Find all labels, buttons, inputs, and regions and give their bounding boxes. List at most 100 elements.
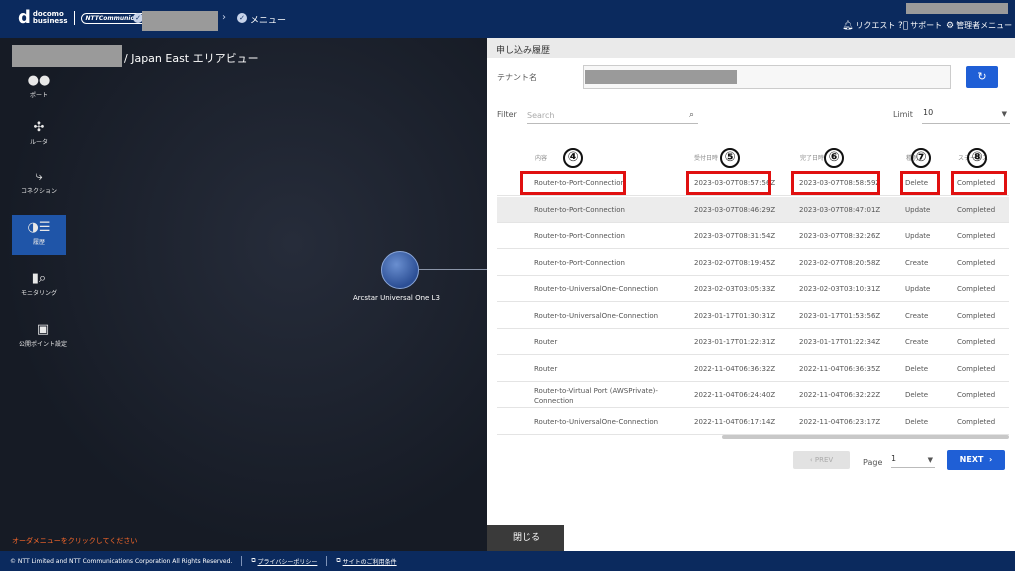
annotation-number-4: ④ (563, 148, 583, 168)
search-icon[interactable]: ⌕ (689, 110, 694, 120)
sidebar-item-public-point[interactable]: ▣ 公開ポイント設定 (12, 317, 74, 357)
redacted-area-name (12, 45, 122, 67)
annotation-number-5: ⑤ (720, 148, 740, 168)
sidebar-item-history[interactable]: ◑☰ 履歴 (12, 215, 66, 255)
sidebar-item-router[interactable]: ✣ ルータ (12, 115, 66, 155)
limit-select[interactable]: 10 ▼ (922, 108, 1010, 124)
cell-status: Completed (957, 232, 996, 240)
admin-menu-link[interactable]: ⚙ 管理者メニュー (946, 20, 1012, 31)
column-header-accepted[interactable]: 受付日時 (694, 153, 718, 162)
connection-icon: ⤷ (35, 169, 43, 184)
node-link-line (419, 269, 487, 270)
caret-down-icon: ▼ (1001, 110, 1007, 118)
request-link[interactable]: 🔔︎ リクエスト (842, 20, 895, 31)
annotation-box-completed (791, 171, 880, 195)
area-view-title: / Japan East エリアビュー (124, 52, 259, 65)
request-label: リクエスト (855, 21, 896, 30)
refresh-button[interactable]: ↻ (966, 66, 998, 88)
cell-content: Router-to-UniversalOne-Connection (534, 285, 659, 293)
table-row[interactable]: Router 2023-01-17T01:22:31Z 2023-01-17T01:… (497, 329, 1009, 355)
cell-completed: 2022-11-04T06:36:35Z (799, 364, 881, 373)
cell-completed: 2023-02-03T03:10:31Z (799, 285, 881, 293)
arcstar-node[interactable] (381, 251, 419, 289)
footer-divider (241, 556, 243, 566)
chevron-left-icon: ‹ (809, 456, 813, 464)
table-row[interactable]: Router-to-Port-Connection 2023-02-07T08:1… (497, 250, 1009, 276)
cell-status: Completed (957, 338, 996, 346)
history-icon: ◑☰ (27, 220, 51, 235)
support-label: サポート (910, 21, 943, 30)
annotation-number-7: ⑦ (911, 148, 931, 168)
sidebar-item-label: コネクション (20, 188, 57, 195)
cell-content: Router-to-Virtual Port (AWSPrivate)-Conn… (534, 387, 658, 405)
cell-type: Delete (905, 417, 928, 426)
sidebar-item-port[interactable]: ●● ポート (12, 68, 66, 108)
horizontal-scrollbar[interactable] (722, 435, 1009, 439)
table-row[interactable]: Router-to-Port-Connection 2023-03-07T08:3… (497, 223, 1009, 249)
search-input[interactable] (527, 107, 698, 124)
support-link[interactable]: ?⃝ サポート (898, 20, 942, 31)
order-history-panel: 申し込み履歴 テナント名 ↻ Filter ⌕ Limit 10 ▼ 内容 受付… (487, 38, 1015, 551)
table-row[interactable]: Router-to-Virtual Port (AWSPrivate)-Conn… (497, 382, 1009, 408)
chevron-right-icon: › (986, 455, 993, 464)
cell-content: Router-to-Port-Connection (534, 232, 625, 240)
cell-status: Completed (957, 285, 996, 293)
close-button[interactable]: 閉じる (487, 525, 564, 551)
menu-link[interactable]: メニュー (250, 13, 286, 26)
footer: © NTT Limited and NTT Communications Cor… (0, 551, 1015, 571)
table-row[interactable]: Router-to-UniversalOne-Connection 2023-02… (497, 276, 1009, 302)
port-icon: ●● (27, 73, 51, 88)
page-label: Page (863, 458, 883, 467)
router-icon: ✣ (33, 120, 45, 135)
cell-status: Completed (957, 391, 996, 399)
cell-accepted: 2023-02-07T08:19:45Z (694, 258, 776, 267)
cell-type: Create (905, 258, 929, 267)
cell-type: Delete (905, 364, 928, 373)
filter-label: Filter (497, 110, 517, 119)
help-icon: ?⃝ (898, 20, 909, 31)
table-row[interactable]: Router-to-UniversalOne-Connection 2023-01… (497, 303, 1009, 329)
cell-accepted: 2023-01-17T01:30:31Z (694, 311, 776, 320)
column-header-completed[interactable]: 完了日時 (800, 153, 824, 162)
sidebar-item-label: 公開ポイント設定 (18, 341, 67, 348)
prev-button[interactable]: ‹ PREV (793, 451, 850, 469)
page-select[interactable]: 1 ▼ (891, 454, 935, 468)
order-menu-hint: オーダメニューをクリックしてください (12, 537, 138, 545)
privacy-policy-link[interactable]: プライバシーポリシー (258, 557, 318, 566)
cell-accepted: 2022-11-04T06:24:40Z (694, 391, 776, 399)
sidebar-item-label: ルータ (29, 139, 48, 146)
cell-content: Router-to-Port-Connection (534, 205, 625, 214)
cell-accepted: 2023-03-07T08:46:29Z (694, 205, 776, 214)
logo-mark: d (18, 7, 31, 28)
limit-label: Limit (893, 110, 913, 119)
terms-of-use-link[interactable]: サイトのご利用条件 (343, 557, 397, 566)
redacted-tenant-name[interactable] (142, 11, 218, 31)
copyright-text: © NTT Limited and NTT Communications Cor… (10, 557, 233, 565)
annotation-box-type (900, 171, 940, 195)
cell-status: Completed (957, 258, 996, 267)
cell-status: Completed (957, 417, 996, 426)
cell-content: Router-to-UniversalOne-Connection (534, 311, 659, 320)
annotation-box-status (951, 171, 1007, 195)
bell-icon: 🔔︎ (842, 20, 854, 31)
table-row[interactable]: Router-to-Port-Connection 2023-03-07T08:4… (497, 196, 1009, 223)
annotation-number-8: ⑧ (967, 148, 987, 168)
top-bar: d docomo business NTTCommunications ✓ › ✓… (0, 0, 1015, 38)
cell-accepted: 2022-11-04T06:17:14Z (694, 417, 776, 426)
limit-value: 10 (923, 108, 934, 117)
cell-completed: 2022-11-04T06:23:17Z (799, 417, 881, 426)
table-row[interactable]: Router 2022-11-04T06:36:32Z 2022-11-04T06:… (497, 356, 1009, 382)
next-button[interactable]: NEXT › (947, 450, 1005, 470)
column-header-content[interactable]: 内容 (535, 153, 547, 162)
cell-content: Router-to-Port-Connection (534, 258, 625, 267)
sidebar-item-monitoring[interactable]: ▮⌕ モニタリング (12, 266, 66, 306)
chevron-right-icon: › (222, 12, 226, 23)
table-row[interactable]: Router-to-UniversalOne-Connection 2022-11… (497, 409, 1009, 435)
sidebar-item-connection[interactable]: ⤷ コネクション (12, 164, 66, 204)
cell-content: Router (534, 364, 558, 373)
sidebar-item-label: モニタリング (20, 290, 57, 297)
tenant-select[interactable] (583, 65, 951, 89)
cell-type: Create (905, 311, 929, 320)
redacted-tenant-value (585, 70, 737, 84)
monitoring-icon: ▮⌕ (31, 271, 47, 286)
